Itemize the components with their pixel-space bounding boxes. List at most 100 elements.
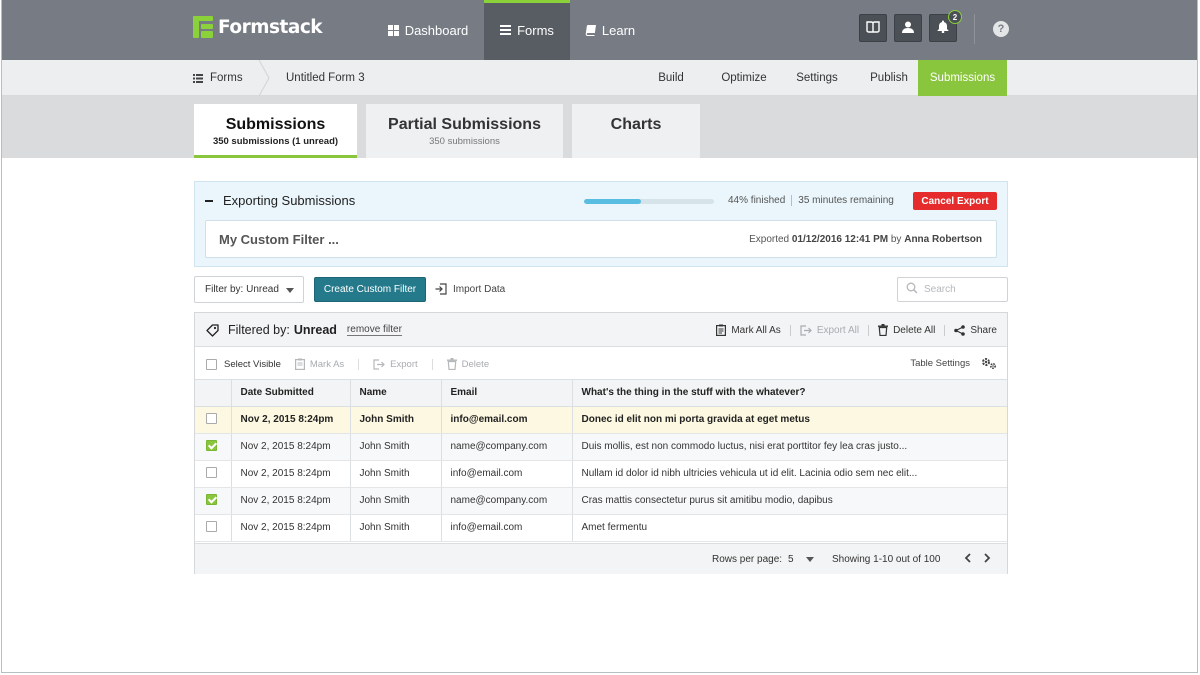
breadcrumb-current: Untitled Form 3 [286, 72, 365, 84]
next-page-button[interactable] [981, 552, 993, 566]
cell-email: name@company.com [441, 487, 573, 515]
clipboard-icon [716, 324, 727, 336]
search-input[interactable] [924, 284, 999, 295]
row-select-cell [195, 406, 232, 434]
docs-button[interactable] [859, 14, 887, 42]
exported-date: 01/12/2016 12:41 PM [791, 234, 889, 245]
previous-page-button[interactable] [961, 552, 973, 566]
cell-name: John Smith [350, 460, 442, 488]
import-data-button[interactable]: Import Data [435, 283, 505, 295]
export-progress-bar [584, 199, 714, 204]
breadcrumb-forms[interactable]: Forms [193, 60, 243, 96]
exported-filter-card: My Custom Filter ... Exported 01/12/2016… [205, 220, 997, 258]
bulk-all-actions: Mark All As Export All Delete All Share [716, 324, 997, 336]
row-checkbox[interactable] [206, 439, 217, 451]
account-button[interactable] [894, 14, 922, 42]
column-question[interactable]: What's the thing in the stuff with the w… [572, 380, 1007, 407]
table-row[interactable]: Nov 2, 2015 8:24pm John Smith name@company… [195, 487, 1007, 515]
subnav-settings[interactable]: Settings [786, 60, 848, 96]
cancel-export-button[interactable]: Cancel Export [913, 192, 997, 210]
export-selected-button[interactable]: Export [373, 358, 418, 370]
table-row[interactable]: Nov 2, 2015 8:24pm John Smith info@email.c… [195, 514, 1007, 542]
table-settings-button[interactable]: Table Settings [910, 356, 997, 370]
notifications-button[interactable]: 2 [929, 10, 962, 42]
mark-as-button[interactable]: Mark As [294, 358, 345, 370]
row-checkbox[interactable] [206, 412, 217, 424]
subnav-optimize[interactable]: Optimize [710, 60, 778, 96]
nav-dashboard[interactable]: Dashboard [372, 0, 484, 60]
row-checkbox[interactable] [206, 466, 217, 478]
table-row[interactable]: Nov 2, 2015 8:24pm John Smith info@email.c… [195, 460, 1007, 488]
row-checkbox[interactable] [206, 520, 217, 532]
table-row[interactable]: Nov 2, 2015 8:24pm John Smith info@email.c… [195, 406, 1007, 434]
tab-submissions[interactable]: Submissions 350 submissions (1 unread) [194, 104, 357, 158]
export-selected-label: Export [390, 358, 418, 370]
share-button[interactable]: Share [954, 325, 997, 336]
export-icon [800, 324, 812, 336]
select-visible-checkbox[interactable] [206, 358, 217, 370]
row-checkbox[interactable] [206, 493, 217, 505]
share-label: Share [970, 324, 997, 336]
action-separator [431, 358, 433, 370]
column-email[interactable]: Email [441, 380, 573, 407]
grid-icon [387, 24, 399, 36]
trash-icon [446, 358, 457, 370]
create-custom-filter-button[interactable]: Create Custom Filter [314, 277, 426, 302]
table-row[interactable]: Nov 2, 2015 8:24pm John Smith name@company… [195, 433, 1007, 461]
export-icon [373, 358, 386, 370]
column-name[interactable]: Name [350, 380, 442, 407]
submissions-table: Date Submitted Name Email What's the thi… [195, 380, 1007, 542]
subnav-publish[interactable]: Publish [860, 60, 918, 96]
help-icon[interactable]: ? [993, 21, 1009, 37]
bulk-actions-row: Select Visible Mark As Export Delete Tab… [195, 347, 1007, 380]
mark-all-as-button[interactable]: Mark All As [716, 324, 781, 336]
exported-user: Anna Robertson [904, 234, 982, 245]
delete-selected-label: Delete [461, 358, 490, 370]
mark-as-label: Mark As [309, 358, 345, 370]
export-all-button[interactable]: Export All [800, 325, 859, 336]
formstack-logo[interactable]: Formstack [193, 16, 323, 38]
cell-date-submitted: Nov 2, 2015 8:24pm [231, 406, 351, 434]
exported-filter-name[interactable]: My Custom Filter ... [219, 232, 339, 247]
collapse-minus-icon [205, 199, 213, 202]
progress-separator [791, 195, 793, 206]
rows-per-page-label: Rows per page: [712, 554, 783, 565]
delete-all-button[interactable]: Delete All [878, 324, 935, 336]
search-box[interactable] [897, 277, 1008, 302]
tab-charts[interactable]: Charts [572, 104, 700, 158]
clipboard-icon [294, 358, 305, 370]
filter-select-value: Filter by: Unread [205, 284, 279, 295]
select-visible-toggle[interactable]: Select Visible [206, 358, 281, 370]
form-sub-navigation: Forms Untitled Form 3 Build Optimize Set… [2, 60, 1197, 96]
filter-select[interactable]: Filter by: Unread [194, 276, 304, 303]
column-select [195, 380, 232, 407]
delete-selected-button[interactable]: Delete [446, 358, 490, 370]
nav-learn[interactable]: Learn [570, 0, 650, 60]
subnav-build[interactable]: Build [642, 60, 700, 96]
delete-all-label: Delete All [893, 324, 936, 336]
remove-filter-link[interactable]: remove filter [346, 324, 402, 336]
column-date-submitted[interactable]: Date Submitted [231, 380, 351, 407]
cell-answer: Amet fermentu [572, 514, 1007, 542]
filter-status: Filtered by: Unread remove filter [206, 323, 402, 337]
pagination-bar: Rows per page: 5 Showing 1-10 out of 100 [195, 543, 1007, 574]
mark-all-as-label: Mark All As [731, 324, 781, 336]
subnav-submissions[interactable]: Submissions [918, 60, 1007, 96]
export-toggle[interactable]: Exporting Submissions [205, 193, 355, 208]
export-all-label: Export All [816, 324, 860, 336]
bulk-selection-actions: Select Visible Mark As Export Delete [206, 358, 503, 370]
cell-name: John Smith [350, 514, 442, 542]
tab-submissions-title: Submissions [225, 116, 326, 133]
app-window: Formstack Dashboard Forms Learn 2 ? Form… [1, 0, 1198, 673]
cell-date-submitted: Nov 2, 2015 8:24pm [231, 433, 351, 461]
rows-per-page-value[interactable]: 5 [788, 554, 794, 565]
nav-forms[interactable]: Forms [484, 0, 570, 60]
import-icon [435, 283, 447, 295]
caret-down-icon[interactable] [805, 557, 814, 562]
cell-name: John Smith [350, 406, 442, 434]
trash-icon [878, 324, 889, 336]
tab-partial-submissions[interactable]: Partial Submissions 350 submissions [366, 104, 563, 158]
cell-name: John Smith [350, 487, 442, 515]
submission-tabs: Submissions 350 submissions (1 unread) P… [2, 96, 1197, 158]
nav-learn-label: Learn [601, 22, 636, 38]
